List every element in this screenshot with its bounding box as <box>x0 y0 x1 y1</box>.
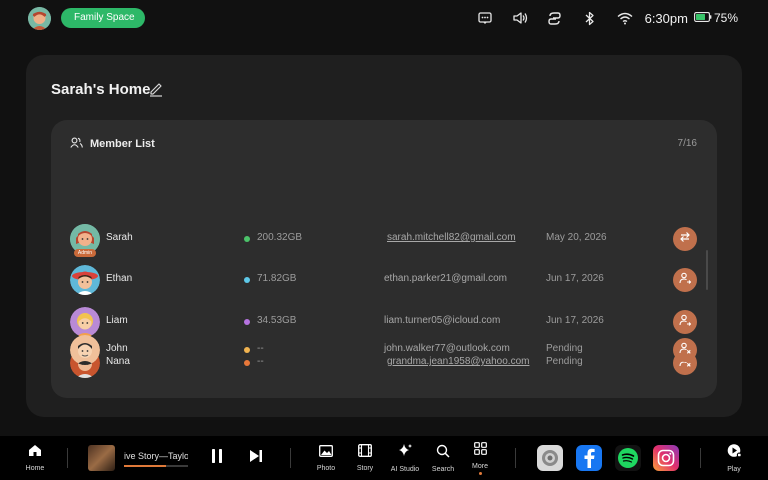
photo-icon <box>319 444 333 462</box>
dock-label: AI Studio <box>390 466 420 473</box>
status-icons: 6:30pm 75% <box>476 0 738 36</box>
member-row[interactable]: Ethan 71.82GB ethan.parker21@gmail.com J… <box>51 260 717 300</box>
next-track-button[interactable] <box>245 436 267 480</box>
dock-divider <box>700 448 701 468</box>
message-icon[interactable] <box>476 9 494 27</box>
dock-label: Home <box>25 465 45 472</box>
battery-percent: 75% <box>713 11 738 25</box>
current-user-avatar[interactable] <box>28 7 51 30</box>
pause-button[interactable] <box>206 436 228 480</box>
album-art[interactable] <box>88 445 115 471</box>
dock-ai-studio[interactable]: AI Studio <box>387 436 423 480</box>
home-icon <box>28 444 42 462</box>
member-storage: -- <box>257 343 264 354</box>
battery-status: 75% <box>694 11 738 25</box>
member-list-title: Member List <box>90 138 155 150</box>
home-title: Sarah's Home <box>51 81 151 98</box>
storage-color-dot <box>244 319 250 325</box>
storage-color-dot <box>244 347 250 353</box>
user-remove-icon <box>679 341 691 359</box>
member-email[interactable]: john.walker77@outlook.com <box>384 343 510 354</box>
transfer-member-button[interactable] <box>673 268 697 292</box>
dock-divider <box>67 448 68 468</box>
active-indicator <box>478 471 482 475</box>
storage-color-dot <box>244 277 250 283</box>
film-icon <box>358 444 372 462</box>
bottom-dock: Home ive Story—Taylo Photo Story AI Stud… <box>0 436 768 480</box>
member-name: Sarah <box>106 232 133 243</box>
dock-play[interactable]: Play <box>720 436 748 480</box>
skip-next-icon <box>249 449 263 468</box>
avatar <box>70 335 100 365</box>
member-list-header: Member List <box>70 137 155 151</box>
edit-icon[interactable] <box>148 81 164 97</box>
now-playing-title[interactable]: ive Story—Taylo <box>124 451 188 461</box>
facebook-app-icon[interactable] <box>576 445 602 471</box>
battery-icon <box>694 11 712 25</box>
wifi-icon[interactable] <box>616 9 634 27</box>
playback-progress[interactable] <box>124 465 188 467</box>
remove-member-button[interactable] <box>673 338 697 362</box>
user-transfer-icon <box>679 271 692 289</box>
dock-search[interactable]: Search <box>430 436 456 480</box>
instagram-app-icon[interactable] <box>653 445 679 471</box>
admin-badge: Admin <box>74 249 96 257</box>
bluetooth-icon[interactable] <box>581 9 599 27</box>
play-circle-icon <box>727 443 742 463</box>
member-name: Ethan <box>106 273 133 284</box>
dock-label: More <box>472 462 488 470</box>
member-row[interactable]: Admin Sarah 200.32GB sarah.mitchell82@gm… <box>51 219 717 259</box>
pause-icon <box>210 448 224 469</box>
member-storage: 200.32GB <box>257 232 303 243</box>
grid-icon <box>473 441 487 460</box>
volume-icon[interactable] <box>511 9 529 27</box>
member-list-scrollbar[interactable] <box>706 250 708 290</box>
member-storage: 71.82GB <box>257 273 297 284</box>
member-date: Jun 17, 2026 <box>546 273 604 284</box>
member-row[interactable]: John -- john.walker77@outlook.com Pendin… <box>51 330 717 370</box>
status-bar: Family Space 6:30pm 75% <box>0 0 768 36</box>
dock-more[interactable]: More <box>467 436 493 480</box>
search-icon <box>436 444 450 463</box>
dock-label: Story <box>356 465 374 472</box>
dock-label: Play <box>727 466 741 473</box>
spotify-app-icon[interactable] <box>615 445 641 471</box>
link-icon[interactable] <box>546 9 564 27</box>
family-space-button[interactable]: Family Space <box>61 8 145 28</box>
storage-color-dot <box>244 236 250 242</box>
member-email[interactable]: sarah.mitchell82@gmail.com <box>387 232 516 243</box>
swap-icon <box>679 230 691 248</box>
dock-home[interactable]: Home <box>22 436 48 480</box>
members-icon <box>70 137 83 151</box>
dock-story[interactable]: Story <box>351 436 379 480</box>
swap-admin-button[interactable] <box>673 227 697 251</box>
dock-photo[interactable]: Photo <box>312 436 340 480</box>
settings-app-icon[interactable] <box>537 445 563 471</box>
member-date: May 20, 2026 <box>546 232 607 243</box>
member-email[interactable]: ethan.parker21@gmail.com <box>384 273 507 284</box>
user-transfer-icon <box>679 313 692 331</box>
member-count: 7/16 <box>677 138 697 149</box>
dock-divider <box>515 448 516 468</box>
dock-label: Search <box>431 465 455 473</box>
member-date: Jun 17, 2026 <box>546 315 604 326</box>
dock-divider <box>290 448 291 468</box>
member-email[interactable]: liam.turner05@icloud.com <box>384 315 500 326</box>
clock: 6:30pm <box>644 10 688 26</box>
dock-label: Photo <box>316 465 336 472</box>
playback-progress-fill <box>124 465 166 467</box>
member-name: Liam <box>106 315 128 326</box>
sparkle-icon <box>398 443 413 463</box>
avatar <box>70 265 100 295</box>
member-name: John <box>106 343 128 354</box>
member-status: Pending <box>546 343 583 354</box>
member-storage: 34.53GB <box>257 315 297 326</box>
